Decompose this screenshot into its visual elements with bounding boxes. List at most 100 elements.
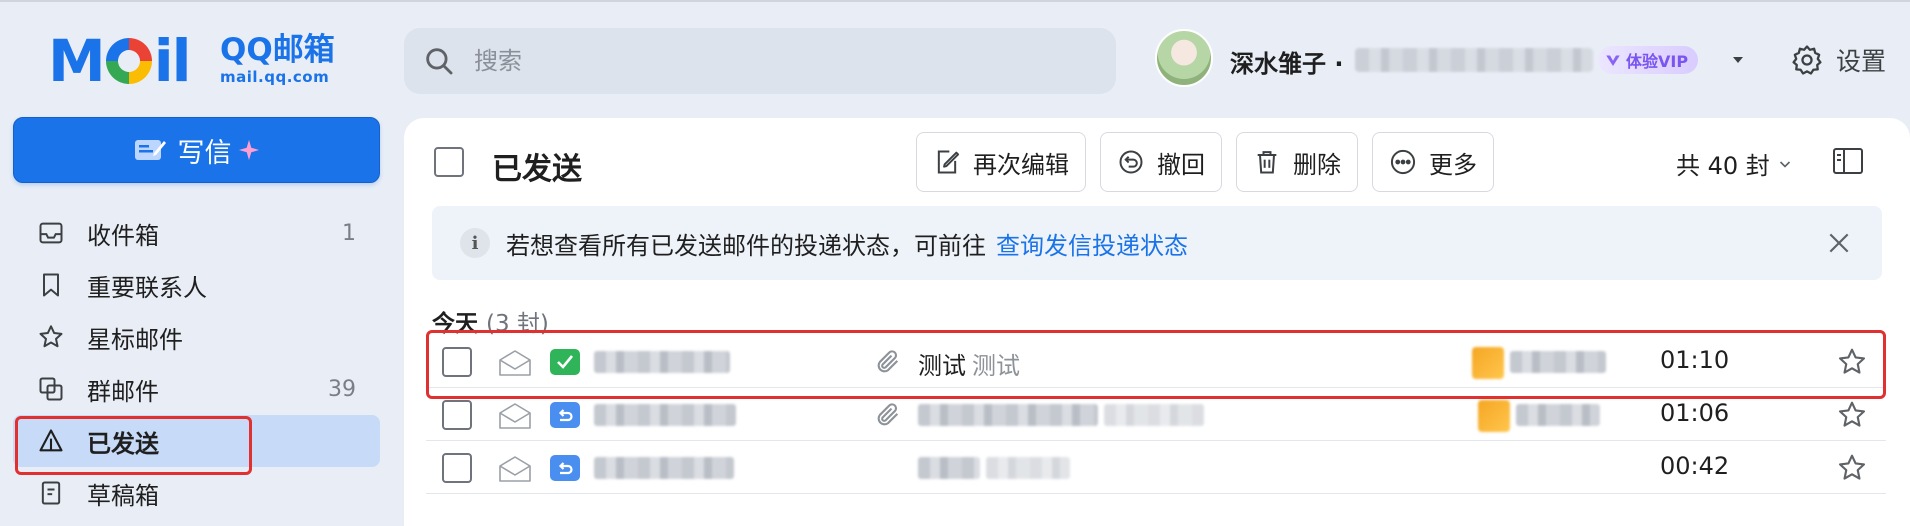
delivery-status-notice: i 若想查看所有已发送邮件的投递状态，可前往 查询发信投递状态 <box>432 206 1882 280</box>
user-name: 深水雏子 · <box>1230 50 1344 78</box>
unread-count: 1 <box>342 220 356 246</box>
notice-text: 若想查看所有已发送邮件的投递状态，可前往 <box>506 231 986 260</box>
avatar[interactable] <box>1155 29 1213 87</box>
user-email-redacted <box>1355 48 1593 72</box>
star-toggle-icon[interactable] <box>1836 452 1868 484</box>
more-icon <box>1390 149 1416 175</box>
recall-button[interactable]: 撤回 <box>1100 132 1222 192</box>
logo-wordmark: Mil <box>48 27 191 95</box>
trash-icon <box>1257 151 1277 174</box>
row-checkbox[interactable] <box>442 347 472 377</box>
compose-icon <box>134 140 166 160</box>
settings-label: 设置 <box>1836 47 1887 76</box>
preview-text: 测试 <box>972 352 1020 380</box>
compose-button[interactable]: 写信 <box>13 117 380 183</box>
sidebar-item-label: 星标邮件 <box>87 325 183 354</box>
recipient-redacted <box>594 351 730 373</box>
inbox-icon <box>39 222 63 244</box>
envelope-read-icon <box>499 456 531 482</box>
logo-bell-icon <box>105 37 152 84</box>
date-group-label: 今天 (3 封) <box>432 304 549 338</box>
sidebar-item-drafts[interactable]: 草稿箱 <box>13 467 380 519</box>
vip-label: 体验VIP <box>1626 52 1689 71</box>
gear-icon <box>1792 45 1822 75</box>
tag-name-redacted <box>1516 404 1600 426</box>
total-label: 共 40 封 <box>1676 152 1770 180</box>
settings-button[interactable]: 设置 <box>1790 42 1886 78</box>
delete-label: 删除 <box>1293 150 1341 179</box>
mail-subject: 测试 测试 <box>918 346 1020 381</box>
attachment-icon <box>877 350 899 373</box>
delete-button[interactable]: 删除 <box>1236 132 1358 192</box>
edit-icon <box>937 150 960 174</box>
sidebar-nav: 收件箱 1 重要联系人 星标邮件 群邮件 39 已发送 草稿箱 <box>13 207 380 519</box>
bookmark-icon <box>43 273 59 297</box>
sidebar-item-important-contacts[interactable]: 重要联系人 <box>13 259 380 311</box>
subject-redacted <box>918 457 980 479</box>
account-dropdown-icon[interactable] <box>1730 52 1746 68</box>
toolbar: 再次编辑 撤回 删除 更多 <box>916 132 1494 192</box>
sidebar-item-sent[interactable]: 已发送 <box>13 415 380 467</box>
delivery-status-link[interactable]: 查询发信投递状态 <box>996 226 1188 261</box>
tag-redacted <box>1472 347 1504 379</box>
qq-mail-logo[interactable]: Mil QQ邮箱 mail.qq.com <box>48 32 338 92</box>
compose-label: 写信 <box>177 137 232 169</box>
sidebar-item-starred[interactable]: 星标邮件 <box>13 311 380 363</box>
recalled-status-icon <box>550 455 580 481</box>
envelope-read-icon <box>499 403 531 429</box>
sidebar-item-group-mail[interactable]: 群邮件 39 <box>13 363 380 415</box>
subject-redacted <box>918 404 1098 426</box>
mail-time: 00:42 <box>1660 452 1730 480</box>
group-count: 39 <box>328 376 356 402</box>
recipient-redacted <box>594 404 736 426</box>
subject-text: 测试 <box>918 352 966 380</box>
star-toggle-icon[interactable] <box>1836 346 1868 378</box>
row-checkbox[interactable] <box>442 400 472 430</box>
group-icon <box>39 377 63 401</box>
layout-toggle-icon[interactable] <box>1832 146 1864 176</box>
mail-row[interactable]: 01:06 <box>426 388 1886 441</box>
undo-icon <box>1119 150 1143 174</box>
page-title: 已发送 <box>492 152 582 187</box>
reedit-label: 再次编辑 <box>973 150 1069 179</box>
search-bar[interactable] <box>404 28 1116 94</box>
tag-name-redacted <box>1510 351 1606 373</box>
more-button[interactable]: 更多 <box>1372 132 1494 192</box>
sidebar-item-label: 已发送 <box>87 429 159 458</box>
sidebar-item-inbox[interactable]: 收件箱 1 <box>13 207 380 259</box>
mail-row[interactable]: 00:42 <box>426 441 1886 494</box>
mail-time: 01:06 <box>1660 399 1730 427</box>
list-header: 已发送 再次编辑 撤回 删除 更多 共 40 封 <box>404 118 1910 208</box>
sent-icon <box>39 429 63 452</box>
close-icon[interactable] <box>1826 230 1852 256</box>
sidebar-item-label: 收件箱 <box>87 221 159 250</box>
reedit-button[interactable]: 再次编辑 <box>916 132 1086 192</box>
recalled-status-icon <box>550 402 580 428</box>
select-all-checkbox[interactable] <box>434 147 464 177</box>
info-icon: i <box>460 228 490 258</box>
mail-list: 测试 测试 01:10 01:06 00:42 <box>426 335 1886 494</box>
mail-time: 01:10 <box>1660 346 1730 374</box>
mail-row[interactable]: 测试 测试 01:10 <box>426 335 1886 388</box>
recall-label: 撤回 <box>1157 150 1205 179</box>
delivered-status-icon <box>550 349 580 375</box>
search-input[interactable] <box>474 47 1074 75</box>
attachment-icon <box>877 403 899 426</box>
sidebar-item-label: 草稿箱 <box>87 481 159 510</box>
chevron-down-icon <box>1779 160 1790 168</box>
vip-badge[interactable]: 体验VIP <box>1598 46 1699 74</box>
sparkle-icon <box>238 139 259 161</box>
recipient-redacted <box>594 457 734 479</box>
logo-title: QQ邮箱 <box>220 32 335 68</box>
sidebar-item-label: 重要联系人 <box>87 273 207 302</box>
search-icon <box>426 48 453 75</box>
star-toggle-icon[interactable] <box>1836 399 1868 431</box>
more-label: 更多 <box>1429 150 1477 179</box>
star-icon <box>39 325 63 348</box>
draft-icon <box>41 481 61 505</box>
date-group-count: (3 封) <box>486 311 549 337</box>
vip-icon <box>1606 55 1620 66</box>
preview-redacted <box>1104 404 1204 426</box>
total-count[interactable]: 共 40 封 <box>1676 146 1792 181</box>
row-checkbox[interactable] <box>442 453 472 483</box>
